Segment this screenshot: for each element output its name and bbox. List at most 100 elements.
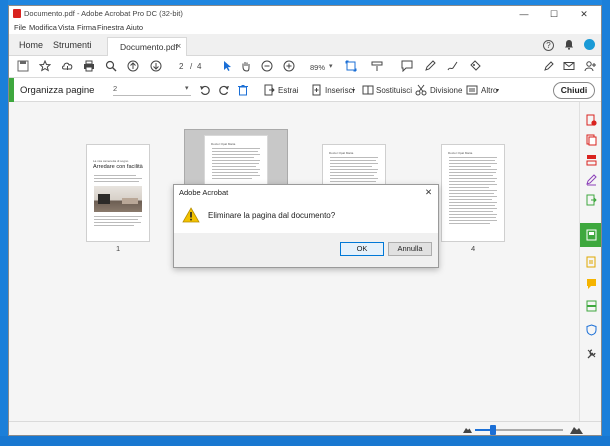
current-page-input[interactable]: 2	[179, 62, 183, 71]
next-page-icon[interactable]	[149, 60, 163, 74]
insert-button[interactable]: Inserisci	[325, 86, 354, 95]
add-user-icon[interactable]	[583, 60, 597, 74]
split-scissors-icon[interactable]	[415, 84, 427, 96]
comment-icon[interactable]	[400, 60, 414, 74]
menu-file[interactable]: File	[14, 23, 26, 32]
delete-trash-icon[interactable]	[237, 84, 249, 96]
menu-vista[interactable]: Vista	[58, 23, 75, 32]
text-line	[94, 178, 142, 179]
zoom-out-icon[interactable]	[260, 60, 274, 74]
save-icon[interactable]	[16, 60, 30, 74]
comment-tool-icon[interactable]	[585, 278, 597, 290]
rotate-left-icon[interactable]	[199, 84, 211, 96]
create-pdf-icon[interactable]	[585, 114, 597, 126]
notifications-bell-icon[interactable]	[564, 39, 574, 53]
tab-home[interactable]: Home	[19, 40, 43, 50]
rotate-right-icon[interactable]	[218, 84, 230, 96]
slider-knob[interactable]	[490, 425, 496, 435]
chevron-down-icon: ▾	[185, 85, 189, 92]
menu-finestra[interactable]: Finestra	[97, 23, 124, 32]
page-thumbnail[interactable]: Doctor Opal Maria	[441, 144, 505, 242]
sign-request-icon[interactable]	[542, 60, 556, 74]
pen-icon[interactable]	[423, 60, 437, 74]
window-title: Documento.pdf - Adobe Acrobat Pro DC (32…	[24, 9, 183, 18]
text-line	[449, 193, 494, 194]
text-line	[212, 157, 254, 158]
select-cursor-icon[interactable]	[220, 60, 234, 74]
sign-icon[interactable]	[446, 60, 460, 74]
page-fit-icon[interactable]	[344, 60, 358, 74]
export-pdf-icon[interactable]	[585, 194, 597, 206]
extract-button[interactable]: Estrai	[278, 86, 298, 95]
text-line	[449, 184, 497, 185]
page-range-select[interactable]: 2 ▾	[113, 84, 191, 96]
user-avatar[interactable]	[584, 39, 595, 50]
menu-aiuto[interactable]: Aiuto	[126, 23, 143, 32]
fill-sign-icon[interactable]	[585, 174, 597, 186]
print-icon[interactable]	[82, 60, 96, 74]
more-dropdown-icon[interactable]: ▾	[496, 87, 499, 94]
desktop-background-right	[602, 0, 610, 446]
stamp-icon[interactable]	[468, 60, 482, 74]
menu-modifica[interactable]: Modifica	[29, 23, 57, 32]
bookmark-star-icon[interactable]	[38, 59, 52, 74]
zoom-level[interactable]: 89%	[310, 63, 325, 72]
zoom-in-icon[interactable]	[282, 60, 296, 74]
scan-ocr-icon[interactable]	[585, 300, 597, 312]
previous-page-icon[interactable]	[126, 60, 140, 74]
thumbnail-zoom-slider[interactable]	[475, 425, 563, 435]
tab-document[interactable]: Documento.pdf ×	[107, 37, 187, 56]
delete-page-dialog: Adobe Acrobat ✕ Eliminare la pagina dal …	[173, 184, 439, 268]
organize-active-icon	[585, 229, 597, 241]
main-toolbar: 2 / 4 89% ▾	[9, 56, 601, 78]
more-tools-icon[interactable]	[585, 348, 597, 360]
dialog-close-icon[interactable]: ✕	[425, 187, 432, 198]
tab-tools[interactable]: Strumenti	[53, 40, 92, 50]
split-button[interactable]: Divisione	[430, 86, 462, 95]
insert-dropdown-icon[interactable]: ▾	[352, 87, 355, 94]
search-icon[interactable]	[104, 60, 118, 74]
help-icon[interactable]: ?	[543, 40, 554, 51]
replace-icon[interactable]	[362, 84, 374, 96]
ok-button[interactable]: OK	[340, 242, 384, 256]
organize-pages-tool-icon[interactable]	[585, 154, 597, 166]
total-pages: 4	[197, 62, 202, 71]
text-line	[449, 190, 497, 191]
text-line	[330, 175, 374, 176]
insert-icon[interactable]	[311, 84, 323, 96]
menu-firma[interactable]: Firma	[77, 23, 96, 32]
text-line	[449, 214, 497, 215]
combine-files-icon[interactable]	[585, 134, 597, 146]
upload-cloud-icon[interactable]	[60, 60, 74, 74]
cancel-button[interactable]: Annulla	[388, 242, 432, 256]
zoom-dropdown-icon[interactable]: ▾	[329, 62, 333, 70]
text-line	[212, 160, 260, 161]
close-organize-button[interactable]: Chiudi	[553, 82, 595, 99]
replace-button[interactable]: Sostituisci	[376, 86, 412, 95]
tab-close-icon[interactable]: ×	[176, 41, 181, 51]
text-line	[449, 175, 493, 176]
organize-pages-tool-active[interactable]	[580, 223, 601, 247]
page-thumbnail[interactable]: La mia cameretta di sogno Arredare con f…	[86, 144, 150, 242]
zoom-small-mountain-icon[interactable]	[463, 425, 472, 435]
protect-shield-icon[interactable]	[585, 324, 597, 336]
text-line	[449, 187, 489, 188]
text-line	[212, 148, 260, 149]
maximize-button[interactable]: ☐	[539, 7, 569, 21]
text-line	[94, 225, 134, 226]
hand-tool-icon[interactable]	[239, 60, 253, 74]
more-button[interactable]: Altro	[481, 86, 497, 95]
text-line	[449, 181, 495, 182]
status-bar	[9, 421, 601, 435]
edit-pdf-icon[interactable]	[585, 256, 597, 268]
scroll-mode-icon[interactable]	[370, 60, 384, 74]
extract-icon[interactable]	[263, 84, 275, 96]
more-options-icon[interactable]	[466, 84, 478, 96]
page-number: 4	[471, 244, 476, 253]
zoom-large-mountain-icon[interactable]	[570, 424, 583, 435]
dialog-body: Eliminare la pagina dal documento?	[174, 199, 438, 233]
mail-icon[interactable]	[562, 60, 576, 74]
window-close-button[interactable]: ✕	[569, 7, 599, 21]
text-line	[449, 172, 496, 173]
minimize-button[interactable]: —	[509, 7, 539, 21]
